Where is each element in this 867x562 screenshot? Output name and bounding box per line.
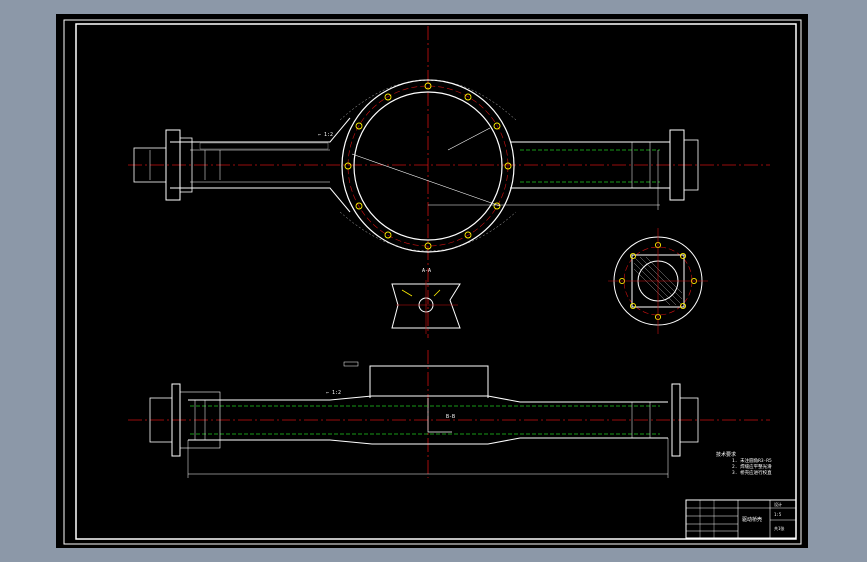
title-block-sheet: 共1张 (774, 525, 784, 531)
top-dim-label: ← 1:2 (318, 132, 333, 138)
drawing-canvas: ← 1:2 A-A ← 1:2 B-B 技术要求 1. 未注圆角R3-R5 2.… (56, 14, 808, 548)
section-marker-mid: B-B (446, 414, 455, 420)
title-block-company: 设计 (774, 501, 782, 507)
tech-req-line-2: 2. 焊缝应平整光滑 (732, 463, 772, 470)
title-block-title: 驱动桥壳 (742, 516, 762, 523)
tech-req-title: 技术要求 (716, 451, 736, 458)
cad-viewport[interactable]: ← 1:2 A-A ← 1:2 B-B 技术要求 1. 未注圆角R3-R5 2.… (0, 0, 867, 562)
title-block-scale: 1:5 (774, 512, 782, 517)
tech-req-line-1: 1. 未注圆角R3-R5 (732, 457, 772, 464)
section-marker-top: A-A (422, 268, 431, 274)
bottom-dim-label: ← 1:2 (326, 390, 341, 396)
tech-req-line-3: 3. 桥壳应进行校直 (732, 469, 772, 476)
